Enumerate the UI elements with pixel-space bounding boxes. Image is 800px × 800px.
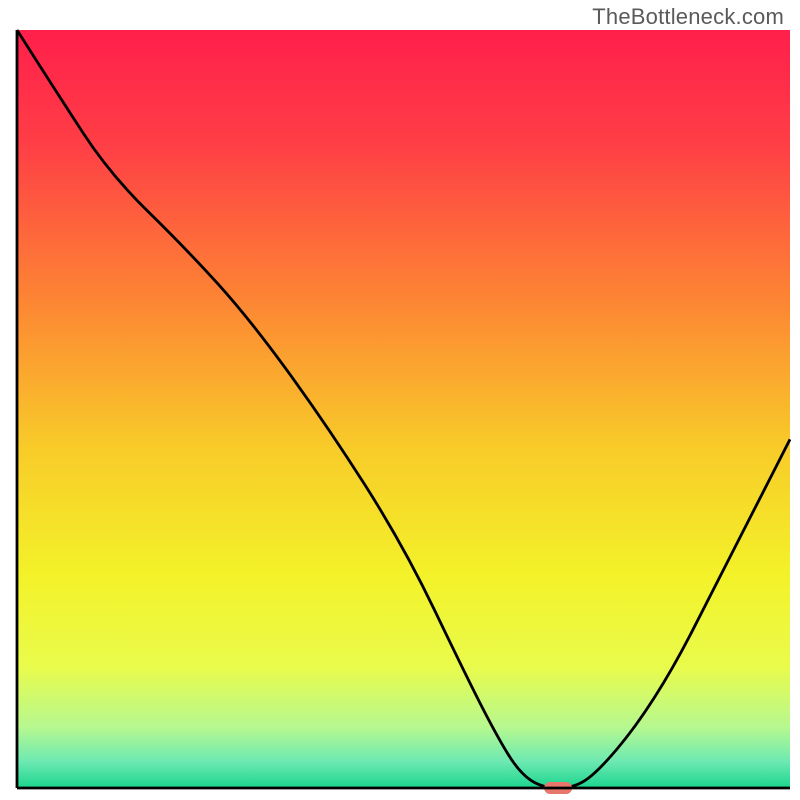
bottleneck-chart — [0, 0, 800, 800]
chart-container: TheBottleneck.com — [0, 0, 800, 800]
watermark-text: TheBottleneck.com — [592, 4, 784, 30]
plot-background — [17, 30, 790, 788]
